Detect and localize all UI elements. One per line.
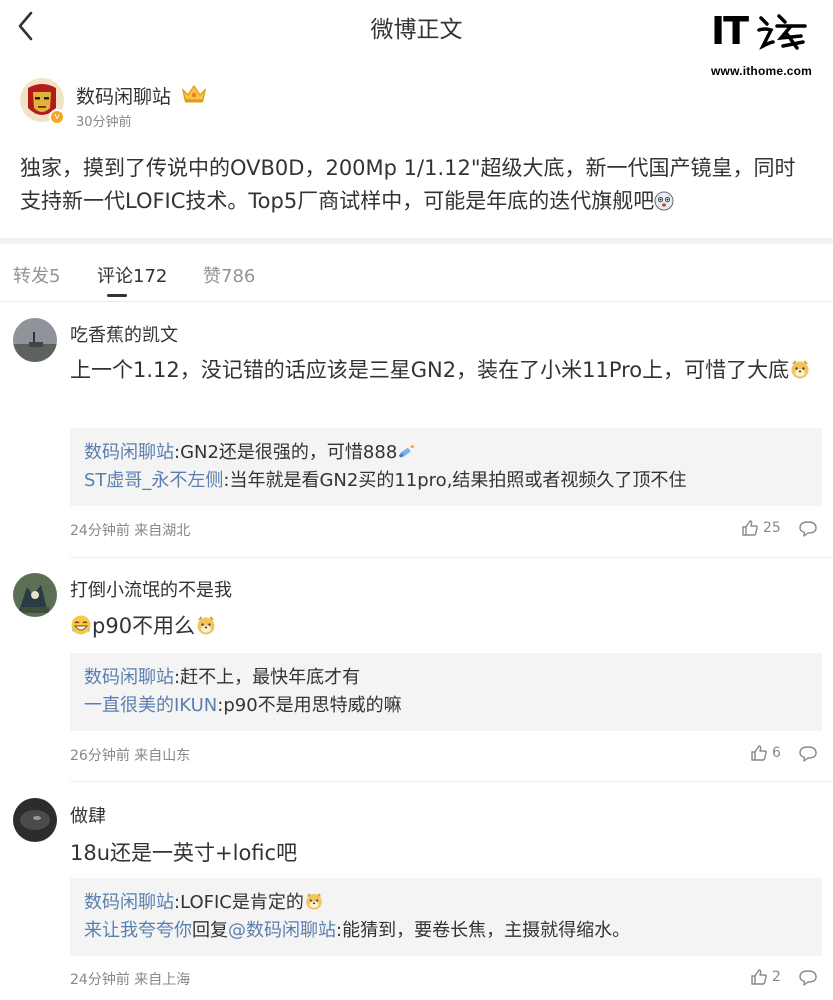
comment-text-content: 上一个1.12，没记错的话应该是三星GN2，装在了小米11Pro上，可惜了大底 bbox=[70, 358, 790, 382]
weibo-post: v 数码闲聊站 30分钟前 独家，摸到了传说中的OVB0D，200Mp 1/1.… bbox=[0, 60, 833, 238]
comment-bubble-icon bbox=[799, 746, 817, 762]
comment-item: 做肆 18u还是一英寸+lofic吧 数码闲聊站:LOFIC是肯定的 来让我夸夸… bbox=[0, 782, 833, 1000]
doge-emoji-icon bbox=[306, 892, 322, 910]
laughing-emoji-icon bbox=[71, 615, 91, 635]
comment-meta: 24分钟前 来自上海 bbox=[70, 972, 191, 988]
thumbs-up-icon bbox=[742, 520, 758, 536]
surprised-face-emoji-icon bbox=[654, 191, 674, 211]
reply-user-link[interactable]: 数码闲聊站 bbox=[84, 667, 174, 688]
commenter-name[interactable]: 打倒小流氓的不是我 bbox=[70, 576, 232, 602]
comment-meta: 26分钟前 来自山东 bbox=[70, 748, 191, 764]
reply-text: :p90不是用思特威的嘛 bbox=[217, 695, 402, 716]
post-tabs: 转发5 评论172 赞786 bbox=[0, 244, 833, 302]
top-navbar: 微博正文 bbox=[0, 0, 833, 52]
like-count: 2 bbox=[772, 969, 781, 985]
comment-text: p90不用么 bbox=[70, 610, 815, 642]
reply-user-link[interactable]: 数码闲聊站 bbox=[84, 442, 174, 463]
reply-button[interactable] bbox=[798, 969, 818, 991]
reply-text: :当年就是看GN2买的11pro,结果拍照或者视频久了顶不住 bbox=[223, 470, 687, 491]
dark-orb-avatar-icon bbox=[13, 798, 57, 842]
comment-text-content: p90不用么 bbox=[92, 614, 196, 638]
commenter-avatar[interactable] bbox=[13, 798, 57, 842]
commenter-avatar[interactable] bbox=[13, 318, 57, 362]
reply-user-link[interactable]: ST虚哥_永不左侧 bbox=[84, 470, 223, 491]
reply-user-link[interactable]: 数码闲聊站 bbox=[84, 892, 174, 913]
comment-text-content: 18u还是一英寸+lofic吧 bbox=[70, 841, 298, 865]
comment-text: 18u还是一英寸+lofic吧 bbox=[70, 837, 815, 869]
candle-emoji-icon bbox=[399, 445, 415, 458]
reply-item: 来让我夸夸你回复@数码闲聊站:能猜到，要卷长焦，主摄就得缩水。 bbox=[84, 917, 808, 945]
verified-badge-icon: v bbox=[49, 109, 65, 125]
post-text: 独家，摸到了传说中的OVB0D，200Mp 1/1.12"超级大底，新一代国产镜… bbox=[20, 152, 810, 218]
commenter-name[interactable]: 吃香蕉的凯文 bbox=[70, 321, 178, 347]
reply-item: ST虚哥_永不左侧:当年就是看GN2买的11pro,结果拍照或者视频久了顶不住 bbox=[84, 467, 808, 495]
author-name[interactable]: 数码闲聊站 bbox=[76, 82, 171, 109]
vip-crown-icon bbox=[181, 84, 207, 103]
tab-likes[interactable]: 赞786 bbox=[203, 262, 255, 288]
like-count: 25 bbox=[763, 520, 781, 536]
comment-item: 吃香蕉的凯文 上一个1.12，没记错的话应该是三星GN2，装在了小米11Pro上… bbox=[0, 302, 833, 558]
like-button[interactable]: 2 bbox=[750, 968, 781, 986]
like-button[interactable]: 25 bbox=[741, 519, 781, 537]
mention-link[interactable]: @数码闲聊站 bbox=[228, 920, 336, 941]
reply-box: 数码闲聊站:LOFIC是肯定的 来让我夸夸你回复@数码闲聊站:能猜到，要卷长焦，… bbox=[70, 878, 822, 956]
post-time: 30分钟前 bbox=[76, 115, 132, 130]
reply-text: :GN2还是很强的，可惜888 bbox=[174, 442, 398, 463]
reply-text: :LOFIC是肯定的 bbox=[174, 892, 304, 913]
reply-item: 数码闲聊站:赶不上，最快年底才有 bbox=[84, 664, 808, 692]
tab-reposts[interactable]: 转发5 bbox=[13, 262, 60, 288]
doge-emoji-icon bbox=[197, 616, 215, 635]
doge-emoji-icon bbox=[791, 360, 809, 379]
reply-button[interactable] bbox=[798, 745, 818, 767]
cartoon-cat-avatar-icon bbox=[13, 573, 57, 617]
active-tab-indicator bbox=[107, 294, 127, 297]
comment-bubble-icon bbox=[799, 970, 817, 986]
thumbs-up-icon bbox=[751, 969, 767, 985]
reply-button[interactable] bbox=[798, 520, 818, 542]
commenter-avatar[interactable] bbox=[13, 573, 57, 617]
comment-item: 打倒小流氓的不是我 p90不用么 数码闲聊站:赶不上，最快年底才有 一直很美的I… bbox=[0, 558, 833, 782]
ithome-logo: IT bbox=[711, 12, 821, 52]
reply-item: 一直很美的IKUN:p90不是用思特威的嘛 bbox=[84, 692, 808, 720]
comment-meta: 24分钟前 来自湖北 bbox=[70, 523, 191, 539]
reply-item: 数码闲聊站:GN2还是很强的，可惜888 bbox=[84, 439, 808, 467]
reply-connector: 回复 bbox=[192, 920, 228, 941]
commenter-name[interactable]: 做肆 bbox=[70, 802, 106, 828]
landscape-avatar-icon bbox=[13, 318, 57, 362]
reply-text: :赶不上，最快年底才有 bbox=[174, 667, 361, 688]
like-button[interactable]: 6 bbox=[750, 744, 781, 762]
ithome-logo-glyph bbox=[757, 14, 807, 50]
comment-text: 上一个1.12，没记错的话应该是三星GN2，装在了小米11Pro上，可惜了大底 bbox=[70, 354, 815, 386]
post-text-content: 独家，摸到了传说中的OVB0D，200Mp 1/1.12"超级大底，新一代国产镜… bbox=[20, 156, 796, 213]
reply-user-link[interactable]: 来让我夸夸你 bbox=[84, 920, 192, 941]
reply-user-link[interactable]: 一直很美的IKUN bbox=[84, 695, 217, 716]
reply-text: :能猜到，要卷长焦，主摄就得缩水。 bbox=[336, 920, 631, 941]
page-title: 微博正文 bbox=[370, 17, 463, 43]
ithome-logo-it: IT bbox=[711, 9, 749, 53]
reply-item: 数码闲聊站:LOFIC是肯定的 bbox=[84, 889, 808, 917]
thumbs-up-icon bbox=[751, 745, 767, 761]
comment-bubble-icon bbox=[799, 521, 817, 537]
like-count: 6 bbox=[772, 745, 781, 761]
reply-box: 数码闲聊站:赶不上，最快年底才有 一直很美的IKUN:p90不是用思特威的嘛 bbox=[70, 653, 822, 731]
tab-comments[interactable]: 评论172 bbox=[97, 262, 167, 288]
reply-box: 数码闲聊站:GN2还是很强的，可惜888 ST虚哥_永不左侧:当年就是看GN2买… bbox=[70, 428, 822, 506]
